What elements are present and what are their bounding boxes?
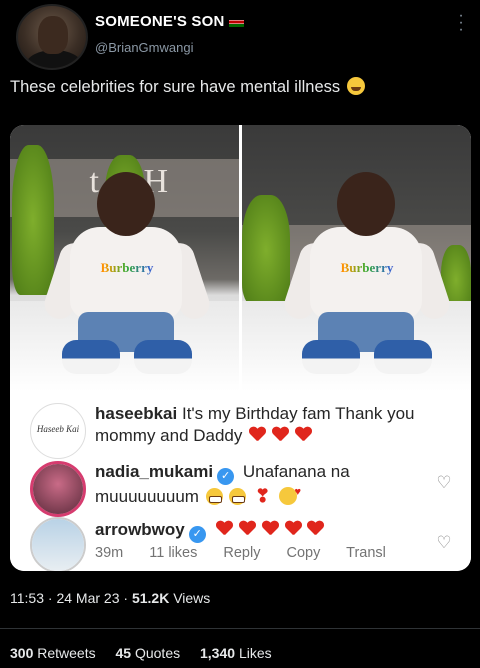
haseebkai-avatar: Haseeb Kai	[30, 403, 86, 459]
views-label: Views	[173, 590, 211, 606]
grinning-face-icon	[229, 488, 247, 505]
shoe-right	[374, 340, 432, 374]
avatar-photo	[32, 519, 84, 571]
tweet-header: SOMEONE'S SON @BrianGmwangi · · ·	[10, 0, 470, 72]
tweet-text: These celebrities for sure have mental i…	[10, 77, 365, 97]
author-handle[interactable]: @BrianGmwangi	[95, 40, 193, 55]
kenya-flag-icon	[228, 17, 244, 28]
tweet-time[interactable]: 11:53	[10, 590, 44, 606]
comment-copy-button[interactable]: Copy	[286, 545, 320, 561]
grinning-sweat-emoji-icon	[346, 77, 365, 95]
quotes-label[interactable]: Quotes	[135, 645, 180, 661]
heart-exclamation-icon: ❣	[255, 486, 271, 506]
nadia-mukami-avatar[interactable]	[30, 461, 86, 517]
heart-icon	[216, 521, 232, 537]
heart-icon	[272, 427, 288, 443]
comment-text: It's my Birthday fam Thank you	[181, 404, 415, 423]
heart-icon	[239, 521, 255, 537]
author-avatar[interactable]	[16, 4, 88, 70]
shoe-left	[62, 340, 120, 374]
comment-username[interactable]: haseebkai	[95, 404, 177, 423]
baby-photo-left: n t H Burberry	[10, 125, 239, 391]
comment-username[interactable]: arrowbwoy	[95, 520, 185, 539]
likes-label[interactable]: Likes	[239, 645, 272, 661]
heart-icon	[307, 521, 323, 537]
tweet-timestamp: 11:53 · 24 Mar 23 · 51.2K Views	[10, 590, 211, 606]
like-comment-heart-icon[interactable]: ♡	[435, 534, 453, 551]
comment-nadia-mukami: nadia_mukami ✓ Unafanana na	[95, 461, 350, 485]
sweater-brand: Burberry	[82, 260, 172, 276]
more-options-icon[interactable]: · · ·	[456, 8, 466, 38]
tree-left	[12, 145, 54, 295]
tree-left	[242, 195, 290, 305]
comment-haseebkai-line2: mommy and Daddy	[95, 425, 311, 447]
heart-icon	[249, 427, 265, 443]
heart-icon	[285, 521, 301, 537]
shoe-right	[134, 340, 192, 374]
like-comment-heart-icon[interactable]: ♡	[435, 474, 453, 491]
quotes-count[interactable]: 45	[116, 645, 132, 661]
comment-nadia-mukami-line2: muuuuuuuum ❣	[95, 481, 301, 508]
arrowbwoy-avatar[interactable]	[30, 517, 86, 571]
grinning-face-icon	[205, 488, 223, 505]
comment-likes[interactable]: 11 likes	[149, 545, 197, 561]
comment-username[interactable]: nadia_mukami	[95, 462, 213, 481]
baby-head	[97, 172, 155, 236]
comment-translate-button[interactable]: Transl	[346, 545, 386, 561]
display-name-text: SOMEONE'S SON	[95, 13, 225, 30]
baby-figure: Burberry	[280, 172, 454, 387]
divider	[0, 628, 480, 629]
heart-icon	[262, 521, 278, 537]
avatar-photo	[33, 464, 83, 514]
verified-badge-icon: ✓	[217, 468, 235, 485]
likes-count[interactable]: 1,340	[200, 645, 235, 661]
views-count: 51.2K	[131, 590, 170, 606]
heart-icon	[295, 427, 311, 443]
avatar-signature: Haseeb Kai	[36, 424, 80, 434]
tweet-media[interactable]: n t H Burberry t H o Burberry	[10, 125, 471, 571]
tweet-date[interactable]: 24 Mar 23	[56, 590, 119, 606]
comment-haseebkai: haseebkai It's my Birthday fam Thank you	[95, 403, 415, 425]
retweets-label[interactable]: Retweets	[37, 645, 95, 661]
comment-arrowbwoy: arrowbwoy ✓	[95, 519, 323, 543]
author-display-name[interactable]: SOMEONE'S SON	[95, 13, 244, 30]
avatar-face	[38, 16, 68, 54]
baby-figure: Burberry	[40, 172, 214, 387]
comment-meta: 39m 11 likes Reply Copy Transl	[95, 545, 408, 561]
instagram-comments-screenshot: Haseeb Kai haseebkai It's my Birthday fa…	[10, 393, 471, 571]
smiling-face-hearts-icon	[279, 481, 301, 505]
baby-head	[337, 172, 395, 236]
sweater-brand: Burberry	[322, 260, 412, 276]
comment-text: mommy and Daddy	[95, 426, 243, 445]
comment-text: Unafanana na	[242, 462, 350, 481]
verified-badge-icon: ✓	[188, 526, 206, 543]
shoe-left	[302, 340, 360, 374]
retweets-count[interactable]: 300	[10, 645, 33, 661]
baby-photo-right: t H o Burberry	[242, 125, 471, 391]
comment-time: 39m	[95, 545, 124, 561]
comment-text: muuuuuuuum	[95, 487, 199, 506]
comment-reply-button[interactable]: Reply	[223, 545, 260, 561]
tweet-body: These celebrities for sure have mental i…	[10, 78, 341, 96]
tweet-stats: 300 Retweets 45 Quotes 1,340 Likes	[10, 645, 288, 661]
